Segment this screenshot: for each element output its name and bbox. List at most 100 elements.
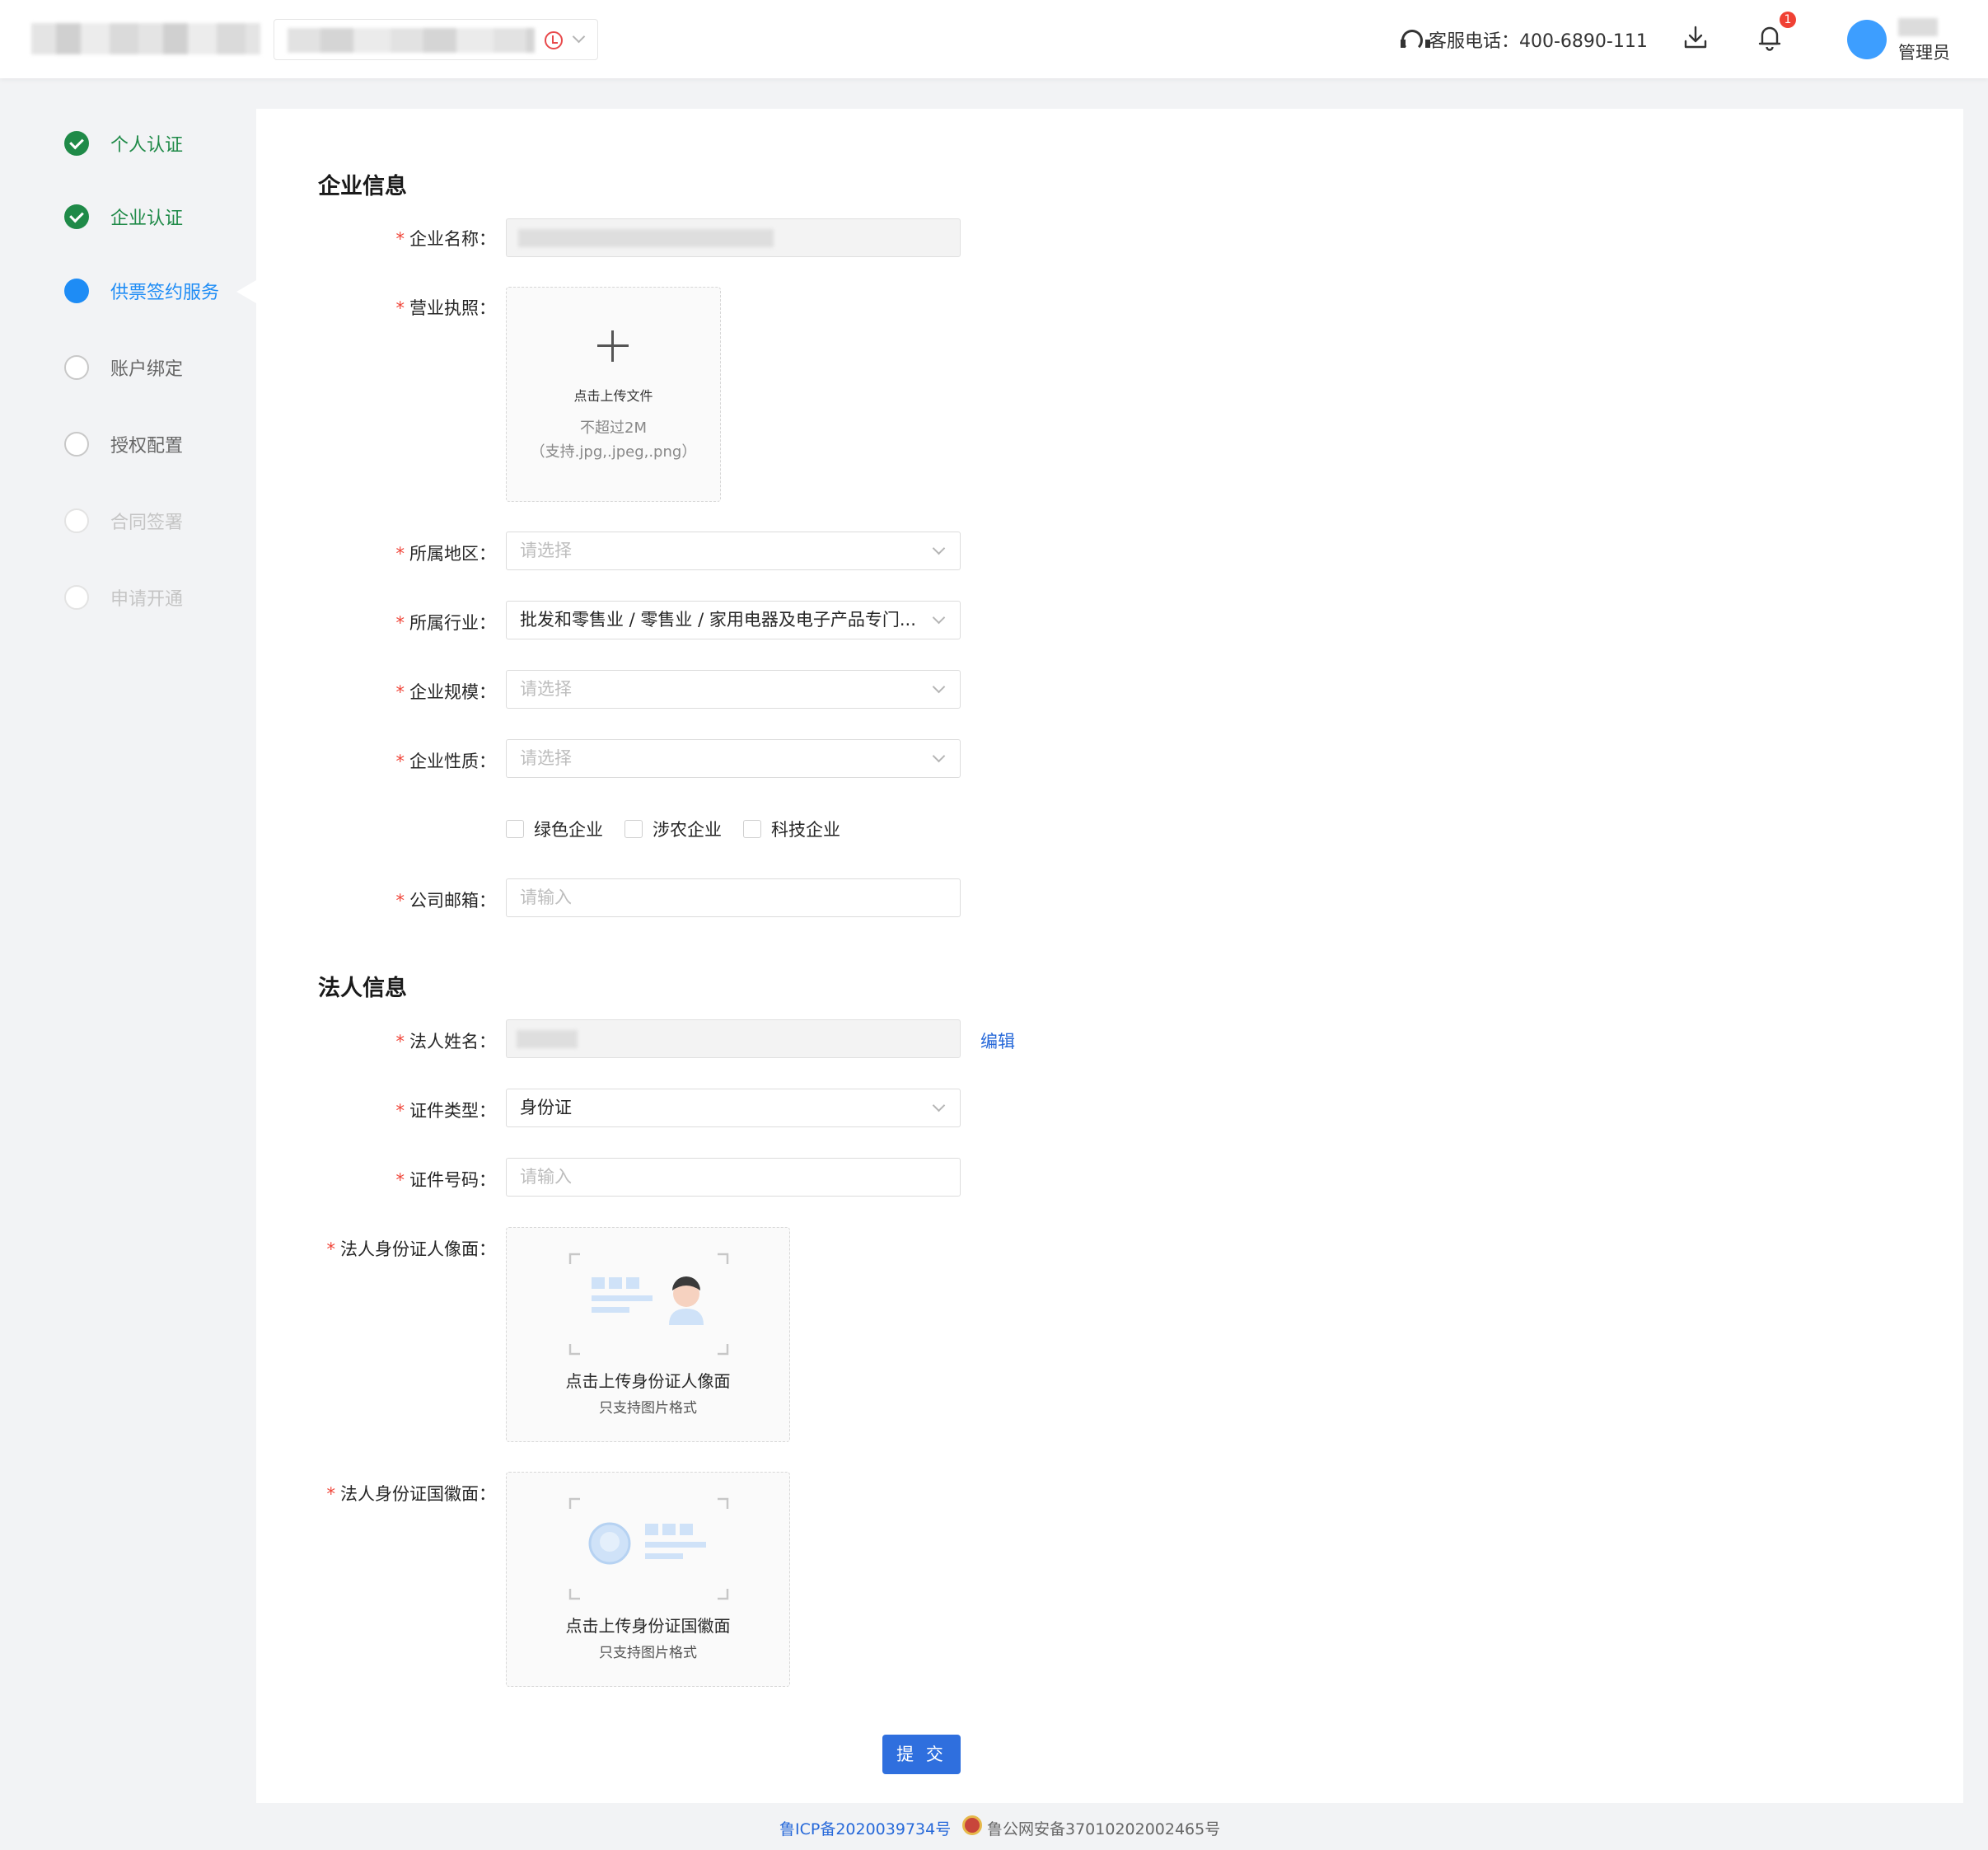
- checkbox-label: 涉农企业: [653, 820, 722, 840]
- checkbox[interactable]: [743, 820, 761, 838]
- step-ticket-signing[interactable]: 供票签约服务: [64, 274, 219, 307]
- step-personal-auth[interactable]: 个人认证: [64, 127, 183, 160]
- step-account-binding[interactable]: 账户绑定: [64, 351, 183, 384]
- top-header: 客服电话：400-6890-111 1 管理员: [0, 0, 1988, 78]
- user-role: 管理员: [1898, 43, 1950, 63]
- company-name-input: [506, 218, 961, 257]
- industry-value: 批发和零售业 / 零售业 / 家用电器及电子产品专门...: [520, 610, 916, 630]
- upload-title: 点击上传身份证国徽面: [565, 1616, 731, 1636]
- empty-circle-icon: [64, 508, 89, 533]
- section-title-legal: 法人信息: [318, 976, 407, 1001]
- tag-green-enterprise[interactable]: 绿色企业: [506, 817, 603, 841]
- tag-tech-enterprise[interactable]: 科技企业: [743, 817, 840, 841]
- organization-name-redacted: [288, 28, 535, 53]
- tag-agriculture-enterprise[interactable]: 涉农企业: [624, 817, 722, 841]
- hotline-text: 客服电话：400-6890-111: [1429, 31, 1648, 52]
- upload-title: 点击上传文件: [573, 388, 653, 404]
- upload-title: 点击上传身份证人像面: [565, 1371, 731, 1391]
- checkbox-label: 科技企业: [771, 820, 840, 840]
- scale-placeholder: 请选择: [520, 679, 572, 699]
- step-label: 合同签署: [110, 513, 184, 533]
- region-select[interactable]: 请选择: [506, 532, 961, 570]
- enterprise-tags: 绿色企业 涉农企业 科技企业: [506, 817, 862, 841]
- active-dot-icon: [64, 279, 89, 303]
- upload-formats: （支持.jpg,.jpeg,.png）: [530, 443, 697, 461]
- chevron-down-icon: [932, 680, 946, 694]
- nature-label: * 企业性质：: [395, 752, 497, 771]
- download-icon[interactable]: [1682, 25, 1709, 51]
- checkbox[interactable]: [506, 820, 524, 838]
- bell-icon[interactable]: [1756, 23, 1784, 51]
- id-back-label: * 法人身份证国徽面：: [326, 1484, 497, 1504]
- check-circle-icon: [64, 131, 89, 156]
- checkbox[interactable]: [624, 820, 643, 838]
- submit-button[interactable]: 提 交: [882, 1735, 961, 1774]
- id-emblem-illustration-icon: [568, 1497, 729, 1600]
- username-redacted: [1898, 18, 1938, 36]
- organization-select[interactable]: [274, 19, 598, 60]
- company-name-redacted: [518, 229, 774, 247]
- industry-label: * 所属行业：: [395, 613, 497, 633]
- chevron-down-icon: [572, 30, 586, 44]
- upload-hint: 只支持图片格式: [599, 1645, 697, 1661]
- chevron-down-icon: [932, 541, 946, 555]
- checkbox-label: 绿色企业: [534, 820, 603, 840]
- upload-hint: 只支持图片格式: [599, 1400, 697, 1417]
- active-step-pointer: [236, 280, 256, 303]
- headset-icon: [1399, 28, 1430, 51]
- empty-circle-icon: [64, 355, 89, 380]
- customer-service-hotline: 客服电话：400-6890-111: [1399, 25, 1648, 54]
- email-input[interactable]: 请输入: [506, 878, 961, 917]
- edit-legal-name-link[interactable]: 编辑: [980, 1028, 1015, 1053]
- legal-name-redacted: [517, 1030, 578, 1048]
- public-security-record-link[interactable]: 鲁公网安备37010202002465号: [987, 1817, 1220, 1839]
- region-label: * 所属地区：: [395, 544, 497, 564]
- email-label: * 公司邮箱：: [395, 891, 497, 911]
- empty-circle-icon: [64, 432, 89, 457]
- icp-record-link[interactable]: 鲁ICP备2020039734号: [779, 1817, 951, 1839]
- chevron-down-icon: [932, 749, 946, 763]
- company-name-label: * 企业名称：: [395, 229, 497, 249]
- step-label: 供票签约服务: [110, 283, 220, 303]
- step-label: 企业认证: [110, 208, 184, 229]
- avatar[interactable]: [1847, 20, 1887, 59]
- id-back-upload[interactable]: 点击上传身份证国徽面 只支持图片格式: [506, 1472, 790, 1687]
- legal-name-label: * 法人姓名：: [395, 1032, 497, 1051]
- step-contract-signing: 合同签署: [64, 504, 183, 537]
- step-label: 授权配置: [110, 436, 184, 457]
- id-front-upload[interactable]: 点击上传身份证人像面 只支持图片格式: [506, 1227, 790, 1442]
- nature-placeholder: 请选择: [520, 748, 572, 768]
- id-type-select[interactable]: 身份证: [506, 1089, 961, 1127]
- verified-status-icon: [545, 31, 563, 49]
- notification-badge: 1: [1780, 12, 1796, 28]
- scale-select[interactable]: 请选择: [506, 670, 961, 709]
- police-badge-icon: [962, 1815, 982, 1835]
- step-company-auth[interactable]: 企业认证: [64, 200, 183, 233]
- business-license-label: * 营业执照：: [395, 298, 497, 318]
- scale-label: * 企业规模：: [395, 682, 497, 702]
- id-number-label: * 证件号码：: [395, 1170, 497, 1190]
- business-license-upload[interactable]: 点击上传文件 不超过2M （支持.jpg,.jpeg,.png）: [506, 287, 721, 502]
- step-label: 个人认证: [110, 135, 184, 156]
- industry-select[interactable]: 批发和零售业 / 零售业 / 家用电器及电子产品专门...: [506, 601, 961, 639]
- nature-select[interactable]: 请选择: [506, 739, 961, 778]
- id-type-value: 身份证: [520, 1098, 572, 1117]
- step-authorization-config[interactable]: 授权配置: [64, 428, 183, 461]
- region-placeholder: 请选择: [520, 541, 572, 560]
- chevron-down-icon: [932, 1098, 946, 1112]
- section-title-company: 企业信息: [318, 174, 407, 199]
- plus-icon: [597, 330, 629, 362]
- logo[interactable]: [31, 23, 260, 54]
- id-number-placeholder: 请输入: [520, 1167, 572, 1187]
- id-portrait-illustration-icon: [568, 1253, 729, 1356]
- step-label: 账户绑定: [110, 359, 184, 380]
- step-apply-activation: 申请开通: [64, 581, 183, 614]
- email-placeholder: 请输入: [520, 888, 572, 907]
- chevron-down-icon: [932, 611, 946, 625]
- step-label: 申请开通: [110, 589, 184, 610]
- check-circle-icon: [64, 204, 89, 229]
- legal-name-input: [506, 1019, 961, 1058]
- id-type-label: * 证件类型：: [395, 1101, 497, 1121]
- id-front-label: * 法人身份证人像面：: [326, 1239, 497, 1259]
- id-number-input[interactable]: 请输入: [506, 1158, 961, 1197]
